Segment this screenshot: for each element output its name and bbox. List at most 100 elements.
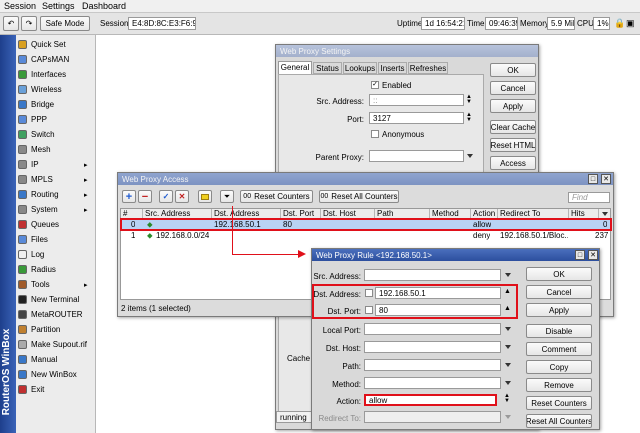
column-picker-icon[interactable] (602, 212, 608, 216)
sidebar-item-new-terminal[interactable]: New Terminal (18, 292, 94, 307)
rule-dst-host-dropdown-icon[interactable] (505, 345, 511, 349)
tab-inserts[interactable]: Inserts (378, 62, 407, 74)
clear-cache-button[interactable]: Clear Cache (490, 120, 536, 134)
tab-general[interactable]: General (278, 61, 312, 74)
safe-mode-button[interactable]: Safe Mode (40, 16, 90, 31)
rule-method-field[interactable] (364, 377, 501, 389)
sidebar-item-switch[interactable]: Switch (18, 127, 94, 142)
sidebar-item-radius[interactable]: Radius (18, 262, 94, 277)
sidebar-item-interfaces[interactable]: Interfaces (18, 67, 94, 82)
proxy-rule-close-button[interactable]: ✕ (588, 250, 598, 260)
src-address-spinner[interactable]: ▲ ▼ (466, 94, 474, 107)
reset-html-button[interactable]: Reset HTML (490, 138, 536, 152)
sidebar-item-quick-set[interactable]: Quick Set (18, 37, 94, 52)
rule-cancel-button[interactable]: Cancel (526, 285, 592, 299)
find-input[interactable]: Find (568, 192, 610, 203)
proxy-settings-titlebar[interactable]: Web Proxy Settings (276, 45, 538, 57)
enable-button[interactable]: ✓ (159, 190, 173, 203)
sidebar-item-metarouter[interactable]: MetaROUTER (18, 307, 94, 322)
undo-button[interactable]: ↶ (3, 16, 19, 31)
disable-button[interactable]: ✕ (175, 190, 189, 203)
sidebar-item-bridge[interactable]: Bridge (18, 97, 94, 112)
sidebar-item-wireless[interactable]: Wireless (18, 82, 94, 97)
rule-dst-address-field[interactable]: 192.168.50.1 (375, 287, 501, 299)
rule-dst-host-field[interactable] (364, 341, 501, 353)
sidebar-item-label: Tools (31, 280, 50, 289)
rule-reset-all-counters-button[interactable]: Reset All Counters (526, 414, 592, 428)
sidebar-item-mpls[interactable]: MPLS ▸ (18, 172, 94, 187)
tab-lookups[interactable]: Lookups (343, 62, 377, 74)
table-row[interactable]: 1 ⬥ 192.168.0.0/24 deny 192.168.50.1/Blo… (121, 230, 610, 241)
redo-button[interactable]: ↷ (21, 16, 37, 31)
remove-button[interactable]: − (138, 190, 152, 203)
sidebar-item-ppp[interactable]: PPP (18, 112, 94, 127)
sidebar-item-exit[interactable]: Exit (18, 382, 94, 397)
sidebar-item-mesh[interactable]: Mesh (18, 142, 94, 157)
sidebar-item-queues[interactable]: Queues (18, 217, 94, 232)
sidebar-item-partition[interactable]: Partition (18, 322, 94, 337)
tools-icon (18, 280, 27, 289)
filter-button[interactable]: ⏷ (220, 190, 234, 203)
comment-button[interactable] (198, 190, 212, 203)
rule-dst-port-field[interactable]: 80 (375, 304, 501, 316)
proxy-rule-titlebar[interactable]: Web Proxy Rule <192.168.50.1> (312, 249, 599, 261)
ok-button[interactable]: OK (490, 63, 536, 77)
reset-all-counters-button[interactable]: 00 Reset All Counters (319, 190, 399, 203)
rule-action-spinner[interactable]: ▲ ▼ (504, 393, 510, 404)
rule-path-field[interactable] (364, 359, 501, 371)
enabled-checkbox[interactable]: ✓ (371, 81, 379, 89)
rule-dst-address-negate-checkbox[interactable] (365, 289, 373, 297)
port-field[interactable]: 3127 (369, 112, 464, 124)
proxy-rule-maximize-button[interactable]: □ (575, 250, 585, 260)
rule-comment-button[interactable]: Comment (526, 342, 592, 356)
rule-reset-counters-button[interactable]: Reset Counters (526, 396, 592, 410)
tab-status[interactable]: Status (313, 62, 342, 74)
apply-button[interactable]: Apply (490, 99, 536, 113)
proxy-access-titlebar[interactable]: Web Proxy Access (118, 173, 613, 185)
sidebar-item-routing[interactable]: Routing ▸ (18, 187, 94, 202)
access-button[interactable]: Access (490, 156, 536, 170)
parent-proxy-field[interactable] (369, 150, 464, 162)
rule-action-select[interactable]: allow (364, 394, 497, 406)
rule-dst-address-collapse-icon[interactable]: ▲ (504, 288, 511, 295)
rule-src-address-field[interactable] (364, 269, 501, 281)
cancel-button[interactable]: Cancel (490, 81, 536, 95)
menu-session[interactable]: Session (4, 1, 36, 11)
sidebar-item-tools[interactable]: Tools ▸ (18, 277, 94, 292)
rule-local-port-dropdown-icon[interactable] (505, 327, 511, 331)
rule-apply-button[interactable]: Apply (526, 303, 592, 317)
rule-disable-button[interactable]: Disable (526, 324, 592, 338)
rule-local-port-field[interactable] (364, 323, 501, 335)
row-hits: 237 (595, 231, 609, 240)
proxy-access-close-button[interactable]: ✕ (601, 174, 611, 184)
sidebar-item-files[interactable]: Files (18, 232, 94, 247)
rule-remove-button[interactable]: Remove (526, 378, 592, 392)
sidebar-item-make-supout-rif[interactable]: Make Supout.rif (18, 337, 94, 352)
new-winbox-icon (18, 370, 27, 379)
menu-settings[interactable]: Settings (42, 1, 75, 11)
rule-ok-button[interactable]: OK (526, 267, 592, 281)
add-button[interactable]: + (122, 190, 136, 203)
src-address-field[interactable]: :: (369, 94, 464, 106)
rule-method-dropdown-icon[interactable] (505, 381, 511, 385)
rule-path-label: Path: (342, 362, 361, 371)
rule-dst-port-collapse-icon[interactable]: ▲ (504, 305, 511, 312)
sidebar-item-ip[interactable]: IP ▸ (18, 157, 94, 172)
port-spinner[interactable]: ▲ ▼ (466, 112, 474, 125)
sidebar-item-log[interactable]: Log (18, 247, 94, 262)
sidebar-item-system[interactable]: System ▸ (18, 202, 94, 217)
sidebar-item-capsman[interactable]: CAPsMAN (18, 52, 94, 67)
rule-dst-port-negate-checkbox[interactable] (365, 306, 373, 314)
tab-refreshes[interactable]: Refreshes (408, 62, 448, 74)
session-field[interactable]: E4:8D:8C:E3:F6:9F (128, 17, 196, 30)
rule-path-dropdown-icon[interactable] (505, 363, 511, 367)
parent-proxy-dropdown-icon[interactable] (467, 154, 473, 158)
menu-dashboard[interactable]: Dashboard (82, 1, 126, 11)
reset-counters-button[interactable]: 00 Reset Counters (240, 190, 313, 203)
rule-copy-button[interactable]: Copy (526, 360, 592, 374)
sidebar-item-manual[interactable]: Manual (18, 352, 94, 367)
sidebar-item-new-winbox[interactable]: New WinBox (18, 367, 94, 382)
anonymous-checkbox[interactable] (371, 130, 379, 138)
proxy-access-maximize-button[interactable]: □ (588, 174, 598, 184)
rule-src-address-dropdown-icon[interactable] (505, 273, 511, 277)
